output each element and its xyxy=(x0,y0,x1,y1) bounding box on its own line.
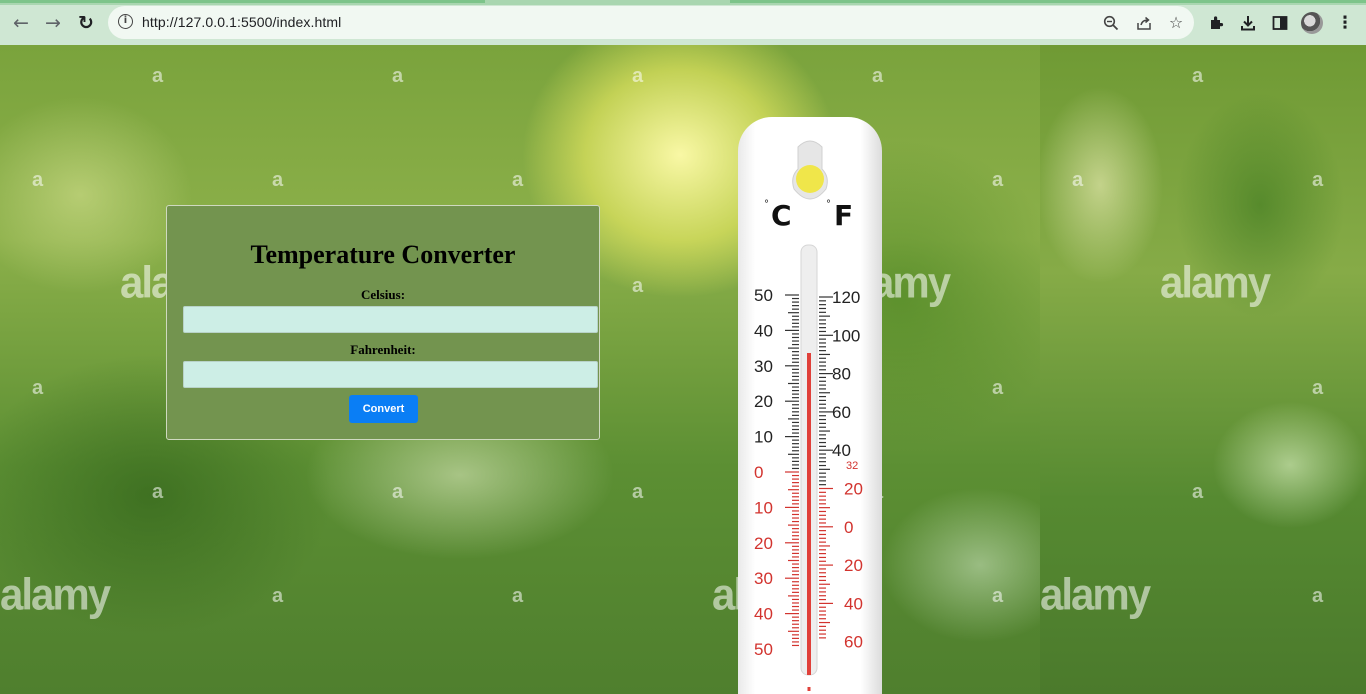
fahrenheit-scale-label: 20 xyxy=(844,480,863,499)
bookmark-star-icon[interactable]: ☆ xyxy=(1165,12,1187,34)
thermometer-scale: ° C ° F 50403020100102030405012010080604… xyxy=(754,140,863,694)
thermometer-image: ° C ° F 50 40 30 20 10 0 10 20 30 40 50 120 100 80 60 4… xyxy=(738,117,882,694)
converter-card: Temperature Converter Celsius: Fahrenhei… xyxy=(166,205,600,440)
fahrenheit-scale-label: 40 xyxy=(832,441,851,460)
fahrenheit-scale-label: 0 xyxy=(844,518,853,537)
watermark: a xyxy=(1192,65,1204,87)
watermark: a xyxy=(32,169,44,191)
fahrenheit-unit-label: F xyxy=(834,199,853,232)
watermark: a xyxy=(272,169,284,191)
tab-indicator-right xyxy=(730,0,1366,3)
celsius-scale-label: 50 xyxy=(754,286,773,305)
watermark: a xyxy=(272,585,284,607)
fahrenheit-scale-label: 40 xyxy=(844,594,863,613)
watermark: a xyxy=(512,585,524,607)
mercury-column xyxy=(807,353,811,675)
celsius-degree-sign: ° xyxy=(764,199,769,210)
fahrenheit-scale-label: 60 xyxy=(832,403,851,422)
fahrenheit-scale-label: 80 xyxy=(832,365,851,384)
watermark: a xyxy=(632,275,644,297)
celsius-input[interactable] xyxy=(183,306,598,333)
celsius-scale-label: 0 xyxy=(754,463,763,482)
celsius-scale-label: 50 xyxy=(754,640,773,659)
watermark: a xyxy=(992,377,1004,399)
watermark: alamy xyxy=(1040,569,1151,620)
fahrenheit-degree-sign: ° xyxy=(826,199,831,210)
watermark: a xyxy=(632,65,644,87)
watermark: a xyxy=(512,169,524,191)
profile-avatar[interactable] xyxy=(1301,12,1323,34)
fahrenheit-label: Fahrenheit: xyxy=(350,342,416,357)
address-bar[interactable]: i http://127.0.0.1:5500/index.html ☆ xyxy=(108,6,1194,39)
watermark: a xyxy=(872,65,884,87)
celsius-scale-label: 30 xyxy=(754,357,773,376)
fahrenheit-input[interactable] xyxy=(183,361,598,388)
forward-button[interactable]: → xyxy=(40,10,66,36)
page-viewport: a a a a a a a a a a a alamy alamy alamy … xyxy=(0,45,1366,694)
celsius-scale-label: 10 xyxy=(754,428,773,447)
hanging-hole xyxy=(796,165,824,193)
freezing-point-label: 32 xyxy=(846,460,858,472)
watermark: a xyxy=(32,377,44,399)
back-button[interactable]: ← xyxy=(8,10,34,36)
download-icon[interactable] xyxy=(1236,11,1260,35)
celsius-unit-label: C xyxy=(771,199,792,232)
watermark: a xyxy=(1072,169,1084,191)
extensions-icon[interactable] xyxy=(1204,11,1228,35)
page-title: Temperature Converter xyxy=(250,240,516,269)
watermark: a xyxy=(992,169,1004,191)
zoom-icon[interactable] xyxy=(1100,12,1122,34)
watermark: a xyxy=(632,481,644,503)
watermark: alamy xyxy=(1160,257,1271,308)
browser-toolbar: ← → ↻ i http://127.0.0.1:5500/index.html… xyxy=(0,0,1366,45)
tab-indicator-left xyxy=(0,0,485,3)
side-panel-icon[interactable] xyxy=(1268,11,1292,35)
watermark: a xyxy=(392,65,404,87)
celsius-scale-label: 40 xyxy=(754,605,773,624)
watermark: a xyxy=(992,585,1004,607)
fahrenheit-scale-label: 20 xyxy=(844,556,863,575)
celsius-scale-label: 20 xyxy=(754,392,773,411)
menu-kebab-icon[interactable]: ⋮ xyxy=(1333,11,1357,35)
watermark: a xyxy=(1192,481,1204,503)
watermark: a xyxy=(1312,585,1324,607)
celsius-scale-label: 40 xyxy=(754,321,773,340)
share-icon[interactable] xyxy=(1133,12,1155,34)
arrow-right-icon: → xyxy=(45,12,61,34)
convert-button[interactable]: Convert xyxy=(349,395,418,423)
watermark: a xyxy=(152,481,164,503)
watermark: a xyxy=(152,65,164,87)
watermark: alamy xyxy=(0,569,111,620)
tab-strip xyxy=(0,0,1366,5)
celsius-label: Celsius: xyxy=(360,287,406,302)
watermark: a xyxy=(1312,169,1324,191)
site-info-icon[interactable]: i xyxy=(118,14,133,29)
url-text[interactable]: http://127.0.0.1:5500/index.html xyxy=(142,14,341,30)
reload-icon: ↻ xyxy=(78,12,94,34)
watermark: a xyxy=(392,481,404,503)
arrow-left-icon: ← xyxy=(13,12,29,34)
celsius-scale-label: 10 xyxy=(754,498,773,517)
reload-button[interactable]: ↻ xyxy=(73,10,99,36)
fahrenheit-scale-label: 100 xyxy=(832,326,860,345)
fahrenheit-scale-label: 120 xyxy=(832,288,860,307)
celsius-scale-label: 20 xyxy=(754,534,773,553)
fahrenheit-scale-label: 60 xyxy=(844,633,863,652)
watermark: a xyxy=(1312,377,1324,399)
celsius-scale-label: 30 xyxy=(754,569,773,588)
